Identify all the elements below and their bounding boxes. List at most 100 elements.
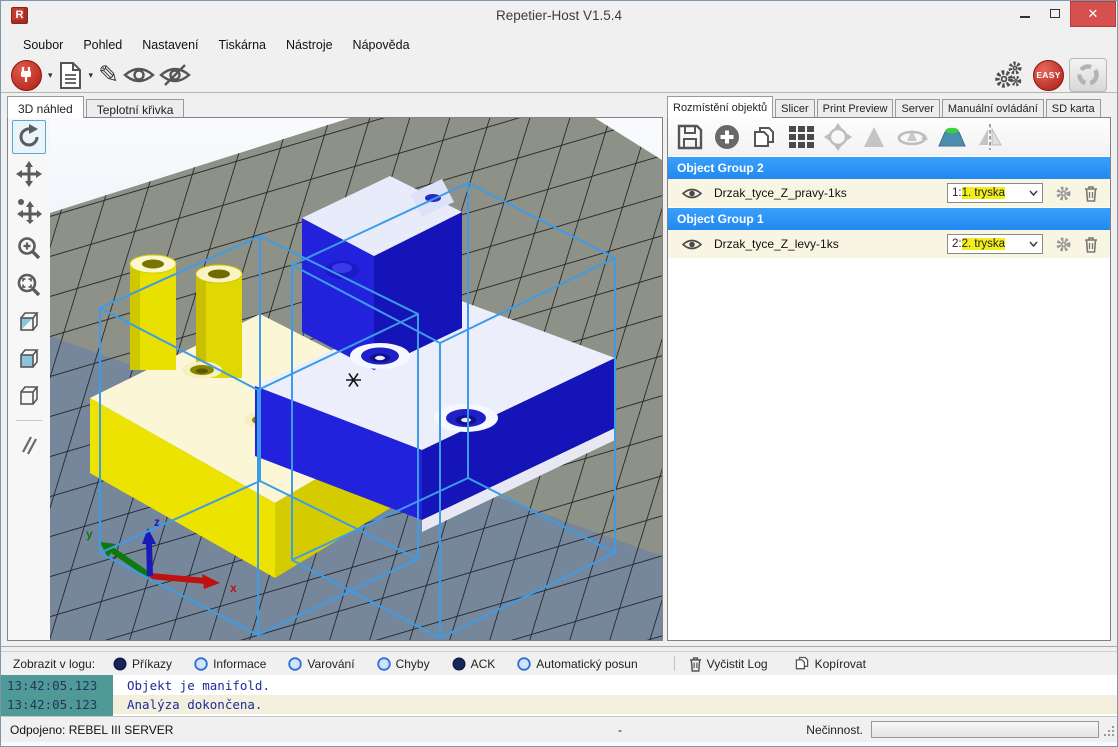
resize-grip-icon[interactable] (1103, 725, 1115, 737)
log-time: 13:42:05.123 (1, 676, 113, 695)
object-group-header[interactable]: Object Group 2 (668, 156, 1110, 179)
toggle-varovani[interactable]: Varování (288, 657, 354, 671)
emergency-stop-button[interactable] (1069, 58, 1107, 92)
toggle-label: ACK (471, 657, 496, 671)
visibility-eye-icon[interactable] (682, 187, 702, 200)
log-toolbar-separator (674, 656, 675, 671)
tab-3d-nahled[interactable]: 3D náhled (7, 96, 84, 118)
object-delete-button[interactable] (1084, 236, 1098, 253)
menu-soubor[interactable]: Soubor (13, 33, 73, 57)
front-view-button[interactable] (12, 342, 46, 376)
toggle-automaticky-posun[interactable]: Automatický posun (517, 657, 637, 671)
menu-nastroje[interactable]: Nástroje (276, 33, 343, 57)
tab-sd-karta[interactable]: SD karta (1046, 99, 1101, 118)
viewport-3d[interactable]: x y z (50, 118, 662, 640)
app-window: R Repetier-Host V1.5.4 ✕ Soubor Pohled N… (0, 0, 1118, 747)
copy-icon (750, 123, 778, 151)
copy-object-button[interactable] (750, 123, 778, 151)
isometric-view-button[interactable] (12, 305, 46, 339)
menu-napoveda[interactable]: Nápověda (343, 33, 420, 57)
move-view-button[interactable] (12, 157, 46, 191)
tab-slicer[interactable]: Slicer (775, 99, 815, 118)
rotate-view-icon (16, 124, 42, 150)
log-time: 13:42:05.123 (1, 695, 113, 714)
cut-object-icon (937, 124, 967, 150)
object-group-header[interactable]: Object Group 1 (668, 207, 1110, 230)
connect-button[interactable] (11, 60, 42, 91)
extruder-select[interactable]: 2:2. tryska (947, 234, 1043, 254)
maximize-button[interactable] (1040, 1, 1070, 25)
object-name: Drzak_tyce_Z_pravy-1ks (714, 186, 847, 200)
top-view-button[interactable] (12, 379, 46, 413)
clear-log-button[interactable]: Vyčistit Log (689, 656, 768, 672)
pencil-icon: ✎ (98, 63, 119, 88)
right-pane: Rozmístění objektů Slicer Print Preview … (667, 96, 1111, 642)
menu-tiskarna[interactable]: Tiskárna (209, 33, 276, 57)
toggle-label: Automatický posun (536, 657, 637, 671)
close-button[interactable]: ✕ (1070, 1, 1116, 27)
log-row-highlight (113, 695, 1117, 714)
edit-button[interactable]: ✎ (98, 63, 119, 88)
parallel-projection-button[interactable] (12, 427, 46, 461)
move-viewpoint-button[interactable] (12, 194, 46, 228)
log-message: Analýza dokončena. (113, 695, 262, 714)
tab-server[interactable]: Server (895, 99, 939, 118)
isometric-view-icon (16, 309, 42, 335)
rotate-view-button[interactable] (12, 120, 46, 154)
object-row[interactable]: Drzak_tyce_Z_pravy-1ks 1:1. tryska (668, 179, 1110, 207)
add-object-button[interactable] (713, 123, 741, 151)
chevron-down-icon (1029, 190, 1038, 196)
fit-view-button[interactable] (12, 268, 46, 302)
connect-dropdown-caret[interactable]: ▾ (48, 70, 53, 81)
gear-icon (1055, 185, 1072, 202)
object-row[interactable]: Drzak_tyce_Z_levy-1ks 2:2. tryska (668, 230, 1110, 258)
extruder-value: 2. tryska (962, 238, 1005, 250)
tab-teplotni-krivka[interactable]: Teplotní křivka (86, 99, 185, 118)
cut-object-button[interactable] (937, 124, 967, 150)
save-button[interactable] (676, 123, 704, 151)
parallel-projection-icon (16, 431, 42, 457)
hide-travel-button[interactable] (159, 64, 191, 87)
scale-object-button[interactable] (861, 124, 887, 150)
zoom-in-button[interactable] (12, 231, 46, 265)
extruder-select[interactable]: 1:1. tryska (947, 183, 1043, 203)
window-title: Repetier-Host V1.5.4 (1, 8, 1117, 23)
object-name: Drzak_tyce_Z_levy-1ks (714, 237, 839, 251)
window-bottom-edge (1, 742, 1117, 747)
main-toolbar: ▾ ▾ ✎ (1, 58, 1117, 93)
view-tabs: 3D náhled Teplotní křivka (7, 96, 663, 118)
toggle-dark-icon (113, 657, 127, 671)
extruder-value: 1. tryska (962, 187, 1005, 199)
toggle-ack[interactable]: ACK (452, 657, 496, 671)
mirror-icon (976, 123, 1004, 151)
object-settings-button[interactable] (1055, 236, 1072, 253)
menu-pohled[interactable]: Pohled (73, 33, 132, 57)
object-settings-button[interactable] (1055, 185, 1072, 202)
toggle-informace[interactable]: Informace (194, 657, 266, 671)
show-filament-button[interactable] (123, 65, 155, 86)
tab-print-preview[interactable]: Print Preview (817, 99, 894, 118)
trash-icon (1084, 185, 1098, 202)
minimize-button[interactable] (1010, 1, 1040, 25)
toggle-chyby[interactable]: Chyby (377, 657, 430, 671)
status-center: - (618, 723, 622, 737)
printer-settings-button[interactable] (992, 60, 1024, 90)
mirror-object-button[interactable] (976, 123, 1004, 151)
load-dropdown-caret[interactable]: ▾ (89, 70, 94, 81)
load-button[interactable] (58, 61, 83, 90)
rotate-object-button[interactable] (896, 124, 928, 150)
panel-tabs: Rozmístění objektů Slicer Print Preview … (667, 96, 1111, 118)
autoposition-button[interactable] (787, 123, 815, 151)
left-pane: 3D náhled Teplotní křivka (7, 96, 663, 642)
top-view-icon (16, 383, 42, 409)
tab-manualni-ovladani[interactable]: Manuální ovládání (942, 99, 1044, 118)
toggle-prikazy[interactable]: Příkazy (113, 657, 172, 671)
visibility-eye-icon[interactable] (682, 238, 702, 251)
easy-mode-button[interactable]: EASY (1033, 60, 1064, 91)
tab-rozmisteni-objektu[interactable]: Rozmístění objektů (667, 96, 773, 118)
object-delete-button[interactable] (1084, 185, 1098, 202)
copy-log-button[interactable]: Kopírovat (794, 655, 866, 672)
menu-nastaveni[interactable]: Nastavení (132, 33, 208, 57)
add-icon (713, 123, 741, 151)
center-object-button[interactable] (824, 123, 852, 151)
